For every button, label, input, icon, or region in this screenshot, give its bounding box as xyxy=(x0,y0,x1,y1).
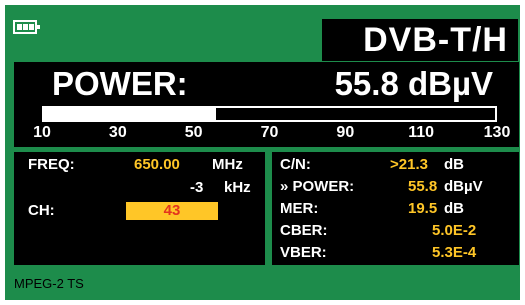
mer-label: MER: xyxy=(280,200,319,217)
power-quality-unit: dBµV xyxy=(444,178,483,195)
cber-label: CBER: xyxy=(280,222,328,239)
power-quality-label: » POWER: xyxy=(280,178,355,195)
scale-tick: 30 xyxy=(108,124,127,141)
scale-tick: 90 xyxy=(336,124,355,141)
power-label: POWER: xyxy=(52,65,188,102)
standard-label: DVB-T/H xyxy=(363,21,508,59)
standard-badge: DVB-T/H xyxy=(322,19,518,61)
channel-selector[interactable]: 43 xyxy=(126,202,218,220)
analyzer-screen: DVB-T/H POWER: 55.8 dBµV 10 30 50 70 90 … xyxy=(0,0,525,305)
tuning-panel: FREQ: 650.00 MHz -3 kHz CH: 43 xyxy=(14,152,265,265)
channel-value: 43 xyxy=(163,202,181,219)
cn-unit: dB xyxy=(444,156,464,173)
freq-label: FREQ: xyxy=(28,156,75,173)
scale-tick: 130 xyxy=(483,124,511,141)
status-text: MPEG-2 TS xyxy=(14,276,84,291)
scale-tick: 70 xyxy=(260,124,279,141)
cn-value: >21.3 xyxy=(390,156,428,173)
power-level-fill xyxy=(44,108,217,120)
cn-label: C/N: xyxy=(280,156,311,173)
channel-label: CH: xyxy=(28,202,55,219)
scale-tick: 50 xyxy=(184,124,203,141)
freq-value[interactable]: 650.00 xyxy=(134,156,180,173)
offset-value: -3 xyxy=(190,179,204,196)
battery-full-icon xyxy=(13,20,40,34)
power-level-bar xyxy=(42,106,497,122)
power-scale: 10 30 50 70 90 110 130 xyxy=(14,122,519,147)
power-value: 55.8 dBµV xyxy=(334,65,493,102)
vber-label: VBER: xyxy=(280,244,327,261)
offset-unit: kHz xyxy=(224,179,251,196)
scale-tick: 110 xyxy=(408,124,435,141)
mer-unit: dB xyxy=(444,200,464,217)
vber-value: 5.3E-4 xyxy=(432,244,477,261)
quality-panel: C/N: >21.3 dB » POWER: 55.8 dBµV MER: 19… xyxy=(272,152,519,265)
cber-value: 5.0E-2 xyxy=(432,222,477,239)
mer-value: 19.5 xyxy=(408,200,438,217)
freq-unit: MHz xyxy=(212,156,243,173)
power-quality-value: 55.8 xyxy=(408,178,438,195)
scale-tick: 10 xyxy=(33,124,51,141)
